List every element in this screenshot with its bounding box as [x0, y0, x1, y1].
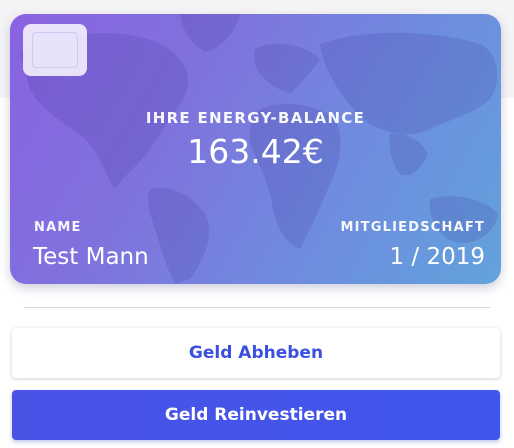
membership-card: IHRE ENERGY-BALANCE 163.42€ NAME Test Ma… — [10, 14, 501, 284]
balance-value: 163.42€ — [187, 132, 324, 171]
membership-value: 1 / 2019 — [389, 244, 485, 270]
name-label: NAME — [34, 220, 82, 235]
reinvest-button[interactable]: Geld Reinvestieren — [12, 390, 500, 440]
divider — [24, 307, 490, 308]
name-value: Test Mann — [33, 244, 149, 270]
withdraw-button[interactable]: Geld Abheben — [12, 328, 500, 378]
card-chip-icon — [23, 24, 87, 76]
membership-label: MITGLIEDSCHAFT — [340, 220, 485, 235]
balance-label: IHRE ENERGY-BALANCE — [145, 109, 366, 127]
